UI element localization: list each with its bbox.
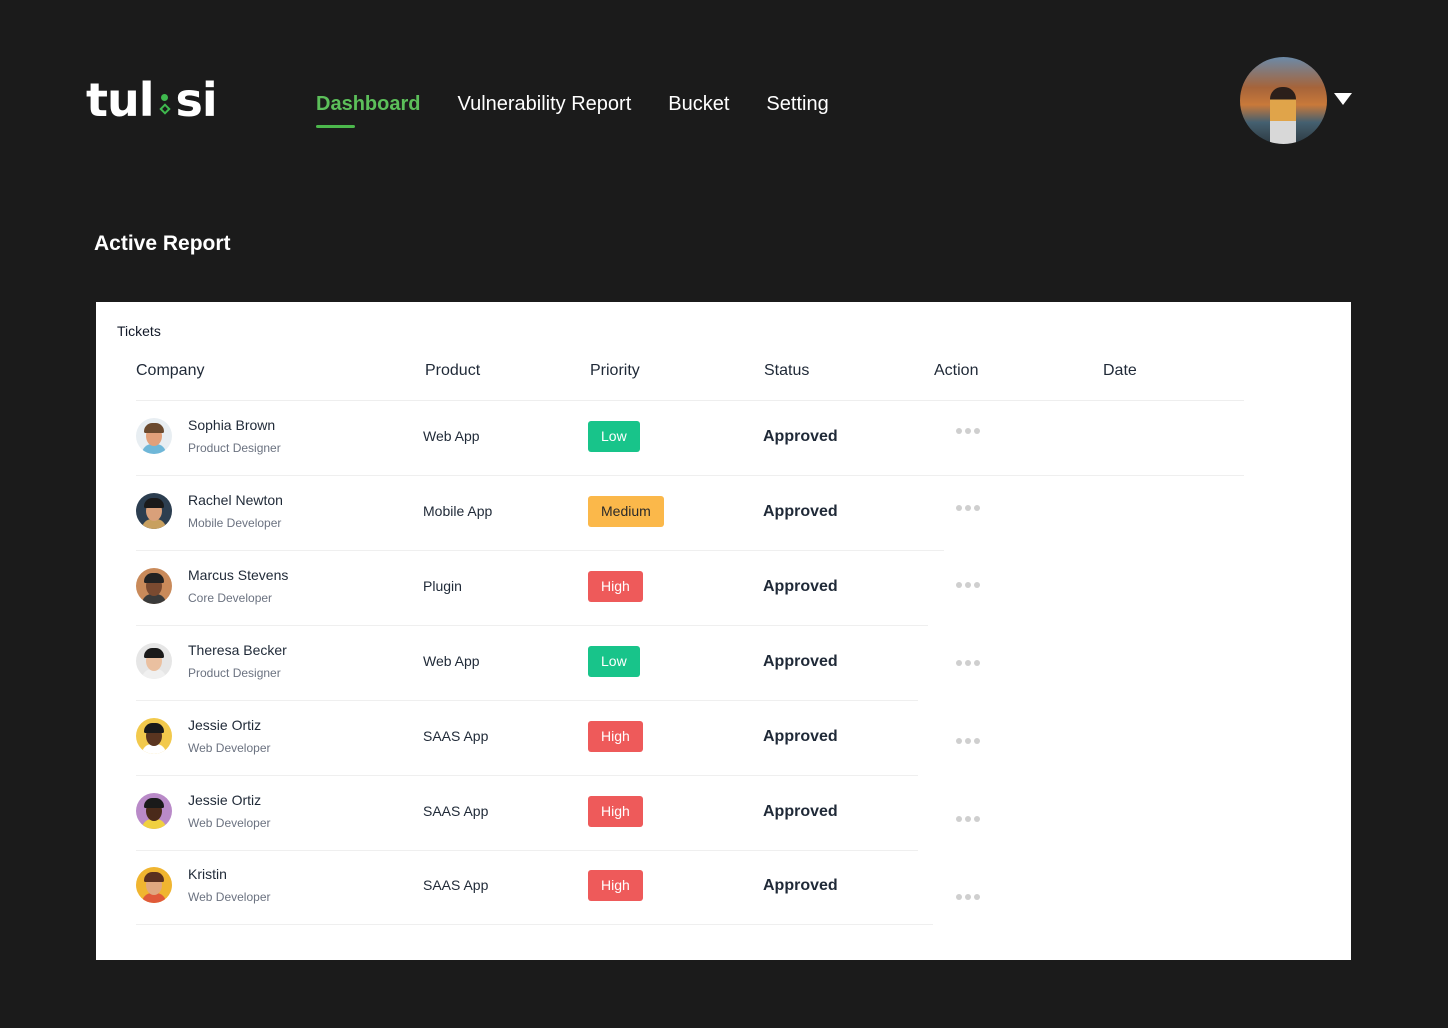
avatar <box>136 493 172 529</box>
table-row[interactable]: Theresa Becker Product Designer Web App … <box>96 626 1351 701</box>
row-divider <box>136 924 933 925</box>
row-role: Web Developer <box>188 816 271 830</box>
status-text: Approved <box>763 803 838 820</box>
row-role: Web Developer <box>188 890 271 904</box>
row-product: Mobile App <box>423 503 493 519</box>
status-text: Approved <box>763 653 838 670</box>
row-product: Web App <box>423 428 480 444</box>
more-actions-icon[interactable] <box>952 890 984 904</box>
table-row[interactable]: Jessie Ortiz Web Developer SAAS App High… <box>96 776 1351 851</box>
more-actions-icon[interactable] <box>952 734 984 748</box>
logo-text-right: si <box>175 73 218 127</box>
table-row[interactable]: Sophia Brown Product Designer Web App Lo… <box>96 401 1351 476</box>
column-header-action: Action <box>934 362 979 379</box>
more-actions-icon[interactable] <box>952 578 984 592</box>
priority-badge: High <box>588 796 643 827</box>
table-row[interactable]: Jessie Ortiz Web Developer SAAS App High… <box>96 701 1351 776</box>
priority-badge: High <box>588 571 643 602</box>
page-title: Active Report <box>94 232 231 255</box>
row-role: Mobile Developer <box>188 516 282 530</box>
priority-badge: High <box>588 721 643 752</box>
status-text: Approved <box>763 877 838 894</box>
status-text: Approved <box>763 728 838 745</box>
status-text: Approved <box>763 578 838 595</box>
priority-badge: Low <box>588 421 640 452</box>
row-product: SAAS App <box>423 728 489 744</box>
row-role: Product Designer <box>188 441 281 455</box>
table-row[interactable]: Rachel Newton Mobile Developer Mobile Ap… <box>96 476 1351 551</box>
nav-bucket[interactable]: Bucket <box>668 90 729 118</box>
row-product: Plugin <box>423 578 462 594</box>
row-name: Jessie Ortiz <box>188 792 262 808</box>
more-actions-icon[interactable] <box>952 656 984 670</box>
row-name: Marcus Stevens <box>188 567 289 583</box>
more-actions-icon[interactable] <box>952 501 984 515</box>
avatar <box>136 643 172 679</box>
user-avatar-figure <box>1270 87 1296 144</box>
avatar <box>136 418 172 454</box>
avatar <box>136 568 172 604</box>
row-name: Jessie Ortiz <box>188 717 262 733</box>
column-header-status: Status <box>764 362 810 379</box>
logo-mark-icon <box>158 80 172 120</box>
row-role: Web Developer <box>188 741 271 755</box>
more-actions-icon[interactable] <box>952 424 984 438</box>
status-text: Approved <box>763 428 838 445</box>
column-header-product: Product <box>425 362 481 379</box>
row-name: Rachel Newton <box>188 492 283 508</box>
main-nav: Dashboard Vulnerability Report Bucket Se… <box>316 90 829 128</box>
priority-badge: Low <box>588 646 640 677</box>
priority-badge: Medium <box>588 496 664 527</box>
tulsi-logo[interactable]: tul si <box>86 72 218 128</box>
tickets-card: Tickets Company Product Priority Status … <box>96 302 1351 960</box>
status-text: Approved <box>763 503 838 520</box>
column-header-priority: Priority <box>590 362 640 379</box>
row-product: SAAS App <box>423 877 489 893</box>
column-header-company: Company <box>136 362 205 379</box>
priority-badge: High <box>588 870 643 901</box>
row-role: Core Developer <box>188 591 273 605</box>
row-name: Theresa Becker <box>188 642 287 658</box>
row-name: Sophia Brown <box>188 417 276 433</box>
avatar <box>136 793 172 829</box>
nav-setting[interactable]: Setting <box>766 90 828 118</box>
card-title: Tickets <box>117 323 161 339</box>
avatar <box>136 867 172 903</box>
user-avatar[interactable] <box>1240 57 1327 144</box>
avatar <box>136 718 172 754</box>
nav-dashboard[interactable]: Dashboard <box>316 90 420 128</box>
table-row[interactable]: Marcus Stevens Core Developer Plugin Hig… <box>96 551 1351 626</box>
caret-down-icon[interactable] <box>1334 93 1352 105</box>
nav-vulnerability-report[interactable]: Vulnerability Report <box>457 90 631 118</box>
logo-text-left: tul <box>86 73 155 127</box>
column-header-date: Date <box>1103 362 1137 379</box>
table-row[interactable]: Kristin Web Developer SAAS App High Appr… <box>96 850 1351 925</box>
more-actions-icon[interactable] <box>952 812 984 826</box>
row-name: Kristin <box>188 866 227 882</box>
row-product: Web App <box>423 653 480 669</box>
row-role: Product Designer <box>188 666 281 680</box>
row-product: SAAS App <box>423 803 489 819</box>
